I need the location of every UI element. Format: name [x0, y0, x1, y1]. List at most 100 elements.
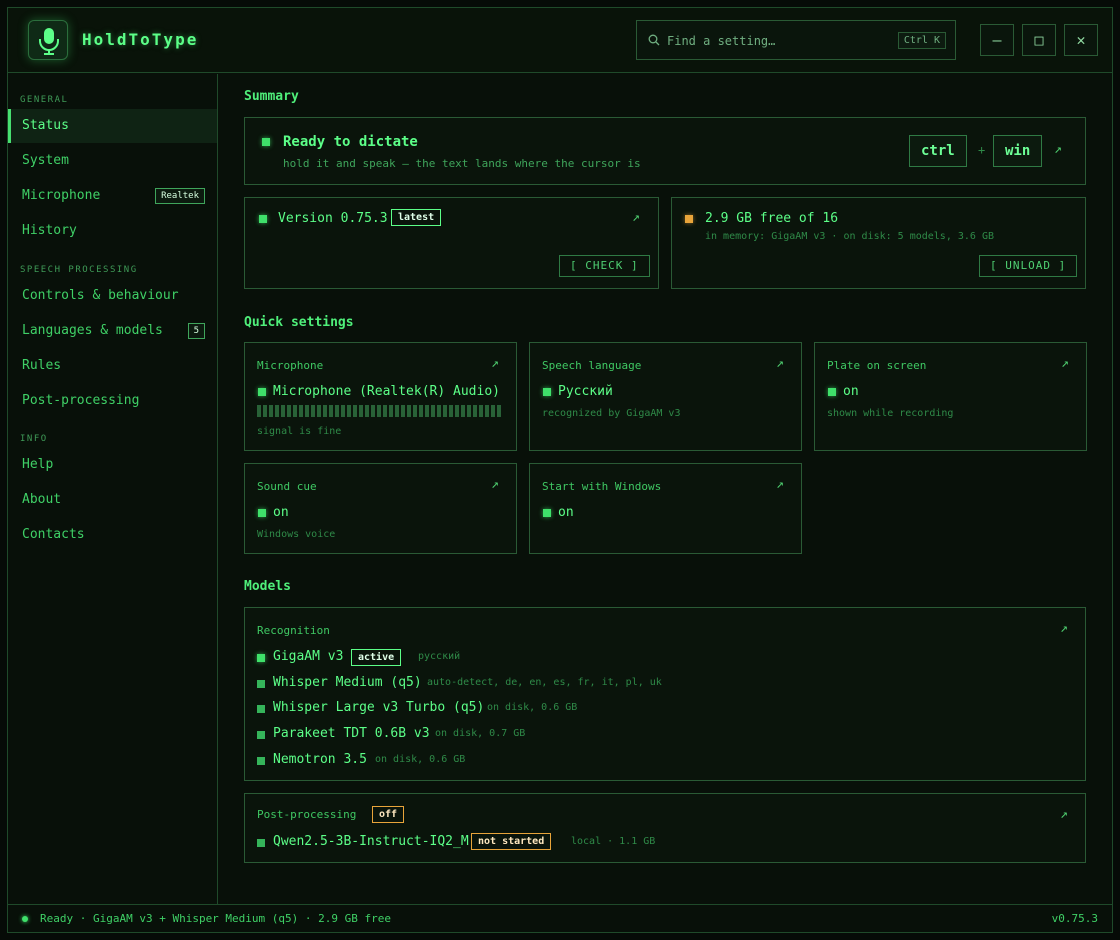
status-indicator-dot [22, 916, 28, 922]
quick-card-plate-on-screen[interactable]: Plate on screen ↗ on shown while recordi… [814, 342, 1087, 451]
sidebar-item-system[interactable]: System [8, 144, 217, 178]
quick-card-label: Start with Windows [542, 480, 662, 493]
sidebar-item-label: System [22, 153, 69, 168]
sidebar-item-label: Post-processing [22, 393, 140, 408]
unload-button[interactable]: [ UNLOAD ] [979, 255, 1078, 277]
memory-status-dot [685, 215, 693, 223]
plate-status-dot [828, 388, 836, 396]
quick-card-value: Microphone (Realtek(R) Audio) [273, 384, 500, 399]
sidebar-item-post-processing[interactable]: Post-processing [8, 384, 217, 418]
quick-card-sub: Windows voice [257, 529, 336, 540]
microphone-icon [39, 28, 59, 55]
sidebar: GENERAL Status System Microphone Realtek … [8, 74, 218, 904]
ready-open-arrow-icon[interactable]: ↗ [1054, 142, 1062, 157]
model-not-started-tag: not started [471, 833, 552, 850]
open-arrow-icon[interactable]: ↗ [1061, 356, 1069, 371]
sidebar-item-label: About [22, 492, 62, 507]
check-updates-button[interactable]: [ CHECK ] [559, 255, 650, 277]
quick-card-sub: shown while recording [827, 408, 954, 419]
quick-card-sub: signal is fine [257, 426, 342, 437]
app-logo [28, 20, 68, 60]
version-status-dot [259, 215, 267, 223]
quick-card-label: Sound cue [257, 480, 317, 493]
version-open-arrow-icon[interactable]: ↗ [632, 210, 640, 225]
sidebar-item-rules[interactable]: Rules [8, 349, 217, 383]
sidebar-item-label: Controls & behaviour [22, 288, 179, 303]
app-window: HoldToType Ctrl K – □ ✕ GENERAL Status S… [7, 7, 1113, 933]
quick-card-start-with-windows[interactable]: Start with Windows ↗ on [529, 463, 802, 554]
open-arrow-icon[interactable]: ↗ [776, 477, 784, 492]
postprocessing-label: Post-processing [257, 808, 357, 821]
sidebar-item-label: Languages & models [22, 323, 163, 338]
sidebar-section-info: INFO [20, 434, 48, 444]
autostart-status-dot [543, 509, 551, 517]
quick-settings-title: Quick settings [244, 315, 354, 330]
search-icon [648, 34, 660, 46]
sidebar-section-general: GENERAL [20, 95, 69, 105]
model-name: Whisper Large v3 Turbo (q5) [273, 700, 485, 715]
model-row-whisper-medium[interactable]: Whisper Medium (q5) auto-detect, de, en,… [257, 675, 957, 695]
ready-card: Ready to dictate hold it and speak — the… [244, 117, 1086, 185]
quick-card-microphone[interactable]: Microphone ↗ Microphone (Realtek(R) Audi… [244, 342, 517, 451]
memory-label: 2.9 GB free of 16 [705, 211, 839, 226]
sidebar-item-contacts[interactable]: Contacts [8, 518, 217, 552]
model-row-nemotron[interactable]: Nemotron 3.5 on disk, 0.6 GB [257, 752, 957, 772]
hotkey-win[interactable]: win [993, 135, 1043, 167]
sidebar-item-label: Status [22, 118, 69, 133]
sidebar-item-microphone[interactable]: Microphone Realtek [8, 179, 217, 213]
memory-card: 2.9 GB free of 16 in memory: GigaAM v3 ·… [671, 197, 1086, 289]
model-row-whisper-large-turbo[interactable]: Whisper Large v3 Turbo (q5) on disk, 0.6… [257, 700, 957, 720]
settings-search[interactable]: Ctrl K [636, 20, 956, 60]
microphone-status-dot [258, 388, 266, 396]
sidebar-item-label: Contacts [22, 527, 85, 542]
ready-status-dot [262, 138, 270, 146]
sidebar-item-history[interactable]: History [8, 214, 217, 248]
memory-detail: in memory: GigaAM v3 · on disk: 5 models… [705, 231, 994, 242]
status-version: v0.75.3 [1051, 912, 1098, 925]
search-input[interactable] [667, 31, 887, 51]
summary-title: Summary [244, 89, 299, 104]
model-name: Qwen2.5-3B-Instruct-IQ2_M [273, 834, 469, 849]
model-row-parakeet[interactable]: Parakeet TDT 0.6B v3 on disk, 0.7 GB [257, 726, 957, 746]
model-active-tag: active [351, 649, 402, 666]
quick-card-label: Microphone [257, 359, 324, 372]
sidebar-item-controls[interactable]: Controls & behaviour [8, 279, 217, 313]
postprocessing-open-arrow-icon[interactable]: ↗ [1060, 807, 1068, 822]
ready-title: Ready to dictate [283, 134, 418, 150]
hotkey-ctrl[interactable]: ctrl [909, 135, 967, 167]
open-arrow-icon[interactable]: ↗ [491, 356, 499, 371]
model-status-dot [257, 680, 265, 688]
model-extra: local · 1.1 GB [571, 836, 656, 847]
quick-card-value: Русский [558, 384, 613, 399]
model-extra: auto-detect, de, en, es, fr, it, pl, uk [427, 677, 662, 688]
sidebar-item-help[interactable]: Help [8, 448, 217, 482]
quick-card-sound-cue[interactable]: Sound cue ↗ on Windows voice [244, 463, 517, 554]
model-name: Nemotron 3.5 [273, 752, 367, 767]
search-shortcut-hint: Ctrl K [897, 32, 946, 49]
model-name: Whisper Medium (q5) [273, 675, 422, 690]
model-status-dot [257, 654, 265, 662]
model-row-gigaam[interactable]: GigaAM v3 active русский [257, 649, 857, 669]
quick-card-value: on [273, 505, 289, 520]
model-status-dot [257, 731, 265, 739]
open-arrow-icon[interactable]: ↗ [491, 477, 499, 492]
open-arrow-icon[interactable]: ↗ [776, 356, 784, 371]
model-name: GigaAM v3 [273, 649, 344, 664]
status-text: Ready · GigaAM v3 + Whisper Medium (q5) … [40, 912, 391, 925]
recognition-open-arrow-icon[interactable]: ↗ [1060, 621, 1068, 636]
app-title: HoldToType [82, 30, 199, 49]
close-button[interactable]: ✕ [1064, 24, 1098, 56]
quick-card-value: on [558, 505, 574, 520]
minimize-button[interactable]: – [980, 24, 1014, 56]
quick-card-speech-language[interactable]: Speech language ↗ Русский recognized by … [529, 342, 802, 451]
signal-level-meter [257, 405, 503, 417]
sidebar-item-label: Help [22, 457, 54, 472]
sidebar-item-about[interactable]: About [8, 483, 217, 517]
model-extra: on disk, 0.6 GB [487, 702, 578, 713]
model-row-qwen[interactable]: Qwen2.5-3B-Instruct-IQ2_M not started lo… [257, 833, 957, 854]
maximize-button[interactable]: □ [1022, 24, 1056, 56]
title-bar: HoldToType Ctrl K – □ ✕ [8, 8, 1112, 73]
sidebar-item-status[interactable]: Status [8, 109, 217, 143]
sidebar-item-languages-models[interactable]: Languages & models 5 [8, 314, 217, 348]
quick-card-sub: recognized by GigaAM v3 [542, 408, 681, 419]
